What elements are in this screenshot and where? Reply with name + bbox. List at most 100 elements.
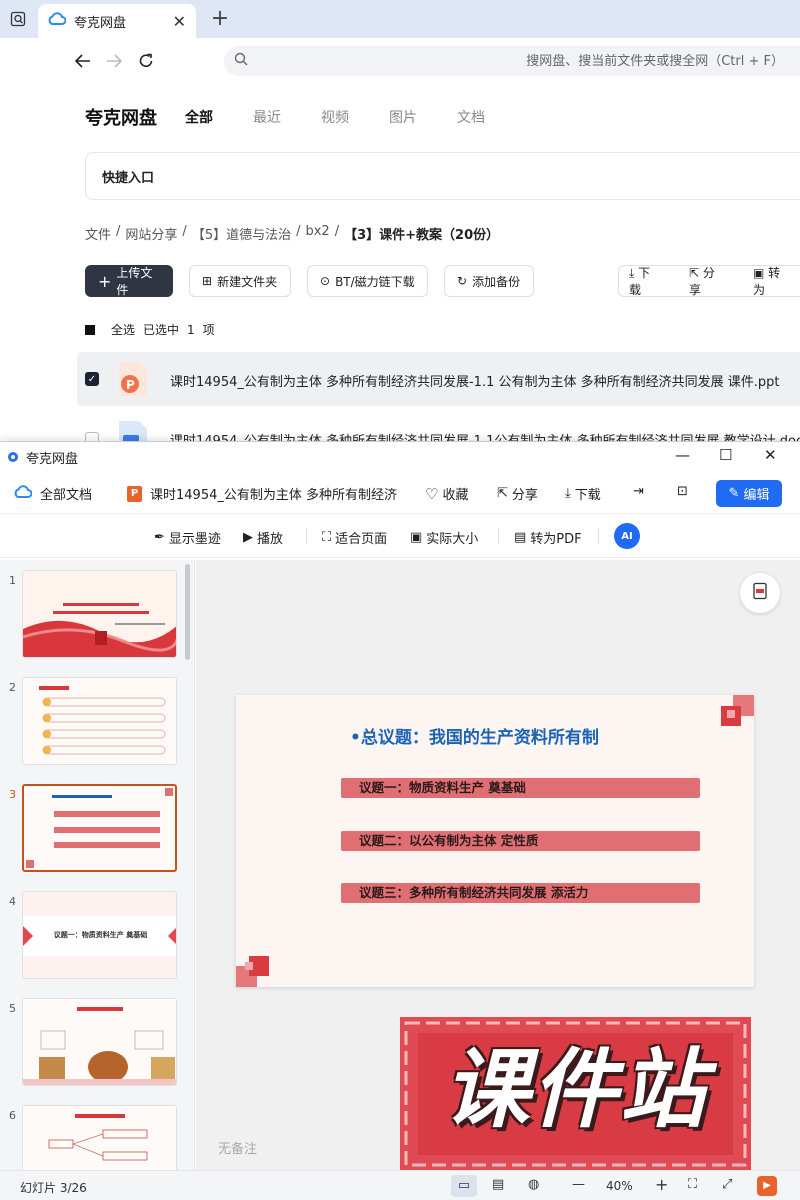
play-icon: ▶ [243,530,253,545]
selected-count: 1 [187,322,195,337]
slide-topic-bar: 议题三：多种所有制经济共同发展 添活力 [341,883,700,903]
play-button[interactable]: ▶ 播放 [243,528,283,547]
divider [598,529,599,543]
collect-button[interactable]: ♡ 收藏 [425,484,468,504]
share-button[interactable]: ⇱ 分享 [497,484,538,503]
tab-close-icon[interactable]: ✕ [173,12,186,31]
actual-size-icon: ▣ [410,530,423,545]
select-all-label[interactable]: 全选 [111,321,135,338]
bt-download-button[interactable]: ⊙ BT/磁力链下载 [307,265,428,297]
fit-screen-icon[interactable]: ⛶ [688,1177,697,1192]
tab-all[interactable]: 全部 [185,107,213,127]
show-ink-button[interactable]: ✒ 显示墨迹 [154,528,221,547]
fit-page-button[interactable]: ⛶ 适合页面 [322,528,387,547]
download-icon: ⤓ [565,486,571,501]
window-close-icon[interactable]: ✕ [764,446,777,464]
tab-video[interactable]: 视频 [321,107,349,127]
breadcrumb-current: 【3】课件+教案（20份） [344,228,500,243]
folder-plus-icon: ⊞ [202,274,213,288]
browser-tab-strip: 夸克网盘 ✕ + [0,0,800,38]
normal-view-icon[interactable]: ▭ [451,1175,477,1197]
zoom-in-icon[interactable]: + [655,1175,668,1194]
window-title: 夸克网盘 [26,451,79,467]
thumbnail-scrollbar[interactable] [185,564,190,660]
breadcrumb-item[interactable]: 【5】道德与法治 [192,224,291,243]
zoom-out-icon[interactable]: — [572,1177,585,1192]
tab-document[interactable]: 文档 [457,107,485,127]
tab-image[interactable]: 图片 [389,107,417,127]
slide-thumb-3[interactable] [22,784,177,872]
slideshow-icon[interactable]: ▶ [757,1176,777,1196]
fit-icon: ⛶ [322,530,332,545]
selected-label: 已选中 [143,323,180,337]
row-checkbox[interactable]: ✓ [85,372,99,386]
slide-thumb-1[interactable] [22,570,177,658]
actual-size-button[interactable]: ▣ 实际大小 [410,528,478,547]
slide-thumbnails: 1 2 3 4 议题一：物质资料生产 奠基础 5 6 [0,560,195,1170]
reload-icon[interactable] [133,48,159,74]
upload-button[interactable]: + 上传文件 [85,265,173,297]
zoom-level: 40% [606,1179,633,1193]
feedback-icon[interactable]: ⊡ [677,484,688,499]
address-bar[interactable] [224,46,800,76]
convert-action[interactable]: ▣ 转为 [753,264,800,298]
breadcrumb-item[interactable]: 网站分享 [125,224,177,243]
slide-thumb-2[interactable] [22,677,177,765]
divider [498,529,499,543]
open-external-icon[interactable]: ⇥ [633,484,644,499]
thumb4-label: 议题一：物质资料生产 奠基础 [53,931,148,939]
breadcrumb-item[interactable]: bx2 [305,224,329,243]
globe-icon[interactable]: ◍ [528,1177,539,1192]
breadcrumb-item[interactable]: 文件 [85,224,111,243]
search-input[interactable] [248,53,800,69]
brand-title: 夸克网盘 [85,108,157,129]
quick-entry-label: 快捷入口 [102,171,155,186]
notes-view-icon[interactable]: ▤ [492,1177,504,1192]
file-name[interactable]: 课时14954_公有制为主体 多种所有制经济共同发展-1.1 公有制为主体 多种… [170,371,779,390]
thumb-number: 1 [9,574,16,587]
pen-icon: ✎ [728,486,740,501]
pdf-icon [751,582,769,604]
speaker-notes: 无备注 [218,1142,258,1157]
breadcrumb: 文件 / 网站分享 / 【5】道德与法治 / bx2/ 【3】课件+教案（20份） [85,224,500,243]
browser-tab[interactable]: 夸克网盘 ✕ [38,4,196,38]
to-pdf-button[interactable]: ▤ 转为PDF [514,528,582,547]
add-backup-button[interactable]: ↻ 添加备份 [444,265,534,297]
document-name: P 课时14954_公有制为主体 多种所有制经济 [127,484,405,503]
file-row[interactable]: ✓ P 课时14954_公有制为主体 多种所有制经济共同发展-1.1 公有制为主… [77,352,800,406]
edit-button[interactable]: ✎ 编辑 [716,480,782,507]
status-bar: 幻灯片 3/26 ▭ ▤ ◍ — 40% + ⛶ ⤢ ▶ [0,1170,800,1200]
thumb-number: 4 [9,895,16,908]
fullscreen-icon[interactable]: ⤢ [722,1177,732,1192]
minimize-icon[interactable]: — [675,446,690,464]
maximize-icon[interactable]: ☐ [719,446,732,464]
new-tab-button[interactable]: + [208,6,232,31]
cloud-logo-icon [14,484,33,503]
watermark-text: 课件站 [443,1040,708,1140]
slide-thumb-5[interactable] [22,998,177,1086]
thumb-number: 3 [9,788,16,801]
tab-recent[interactable]: 最近 [253,107,281,127]
ai-assistant-button[interactable]: AI [614,523,640,549]
file-row[interactable]: 课时14954_公有制为主体 多种所有制经济共同发展-1.1公有制为主体 多种所… [77,414,800,444]
slide-thumb-6[interactable] [22,1105,177,1170]
quick-entry-panel[interactable]: 快捷入口 [85,152,800,200]
slide-thumb-4[interactable]: 议题一：物质资料生产 奠基础 [22,891,177,979]
browser-nav-bar [0,38,800,84]
share-icon: ⇱ [497,486,508,501]
selected-unit: 项 [202,323,215,337]
thumb-number: 5 [9,1002,16,1015]
thumb-number: 6 [9,1109,16,1122]
view-toolbar: ✒ 显示墨迹 ▶ 播放 ⛶ 适合页面 ▣ 实际大小 ▤ 转为PDF AI [0,514,800,558]
share-action[interactable]: ⇱ 分享 [689,264,735,298]
back-icon[interactable] [70,48,96,74]
new-folder-button[interactable]: ⊞ 新建文件夹 [189,265,291,297]
all-docs-button[interactable]: 全部文档 [14,484,92,503]
tab-search-icon[interactable] [6,8,30,30]
convert-pdf-fab[interactable] [740,573,780,613]
forward-icon[interactable] [101,48,127,74]
download-action[interactable]: ⤓ 下载 [629,264,671,298]
category-tabs: 全部 最近 视频 图片 文档 [185,107,525,127]
download-button[interactable]: ⤓ 下载 [565,484,601,503]
select-all-checkbox[interactable] [85,324,95,335]
